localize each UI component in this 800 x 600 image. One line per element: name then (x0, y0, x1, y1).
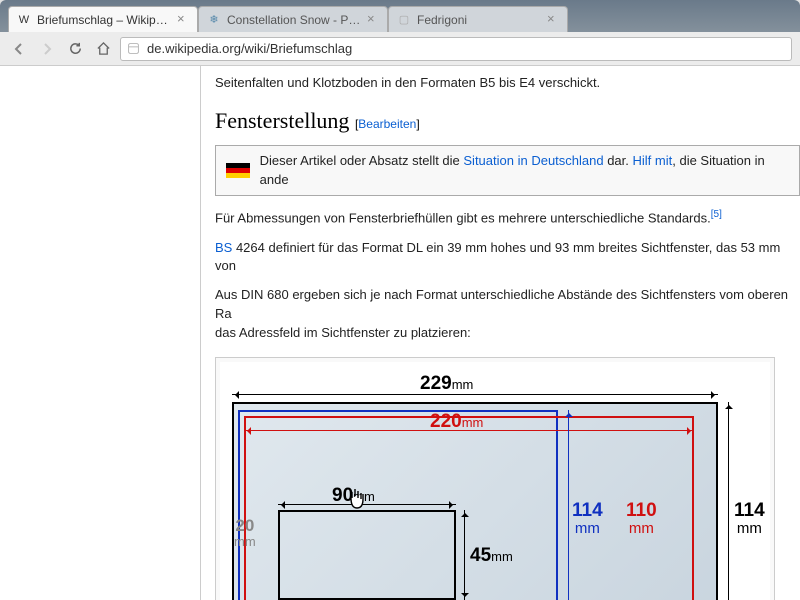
envelope-diagram-container: 229mm 220mm 90mm 20mm 45mm 15mm (215, 357, 775, 600)
dim-229: 229mm (420, 370, 473, 398)
page-viewport: Seitenfalten und Klotzboden in den Forma… (0, 66, 800, 600)
url-text: de.wikipedia.org/wiki/Briefumschlag (147, 41, 352, 56)
paragraph: Für Abmessungen von Fensterbriefhüllen g… (215, 208, 800, 228)
dim-110: 110mm (626, 502, 657, 537)
envelope-diagram[interactable]: 229mm 220mm 90mm 20mm 45mm 15mm (220, 362, 770, 600)
reference-link[interactable]: [5] (711, 209, 722, 220)
globe-icon (127, 42, 141, 56)
link-bs[interactable]: BS (215, 240, 232, 255)
tab-inactive[interactable]: ▢ Fedrigoni × (388, 6, 568, 32)
dim-114-blue: 114mm (572, 502, 603, 537)
section-heading: Fensterstellung [Bearbeiten] (215, 105, 800, 137)
nav-bar: de.wikipedia.org/wiki/Briefumschlag (0, 32, 800, 66)
tab-active[interactable]: W Briefumschlag – Wikipedia × (8, 6, 198, 32)
tab-bar: W Briefumschlag – Wikipedia × ❄ Constell… (0, 0, 800, 32)
link-hilfmit[interactable]: Hilf mit (633, 153, 673, 168)
edit-link[interactable]: Bearbeiten (358, 117, 416, 131)
paragraph: Aus DIN 680 ergeben sich je nach Format … (215, 286, 800, 343)
tab-inactive[interactable]: ❄ Constellation Snow - Pape × (198, 6, 388, 32)
edit-section: [Bearbeiten] (355, 117, 420, 131)
tab-title: Briefumschlag – Wikipedia (37, 13, 173, 27)
wikipedia-sidebar (0, 66, 200, 600)
link-situation[interactable]: Situation in Deutschland (463, 153, 603, 168)
intro-paragraph: Seitenfalten und Klotzboden in den Forma… (215, 74, 800, 93)
back-button[interactable] (8, 38, 30, 60)
forward-button[interactable] (36, 38, 58, 60)
page-favicon: ❄ (207, 13, 221, 27)
browser-window: W Briefumschlag – Wikipedia × ❄ Constell… (0, 0, 800, 600)
dim-arrow-45 (464, 510, 465, 600)
reload-button[interactable] (64, 38, 86, 60)
dim-45: 45mm (470, 542, 513, 570)
home-button[interactable] (92, 38, 114, 60)
close-icon[interactable]: × (547, 14, 559, 26)
infobox-text: Dieser Artikel oder Absatz stellt die Si… (260, 152, 789, 190)
rect-window (278, 510, 456, 600)
dim-arrow-229 (232, 394, 718, 395)
dim-arrow-114-outer (728, 402, 729, 600)
article-content: Seitenfalten und Klotzboden in den Forma… (200, 66, 800, 600)
dim-20: 20mm (234, 518, 256, 549)
address-bar[interactable]: de.wikipedia.org/wiki/Briefumschlag (120, 37, 792, 61)
close-icon[interactable]: × (177, 14, 189, 26)
dim-90: 90mm (332, 482, 375, 510)
tab-title: Fedrigoni (417, 13, 543, 27)
germany-flag-icon (226, 163, 250, 178)
page-favicon: ▢ (397, 13, 411, 27)
dim-arrow-114-blue (568, 410, 569, 600)
paragraph: BS 4264 definiert für das Format DL ein … (215, 239, 800, 277)
wikipedia-favicon: W (17, 13, 31, 27)
dim-114-outer: 114mm (734, 502, 765, 537)
tab-title: Constellation Snow - Pape (227, 13, 363, 27)
dim-220: 220mm (430, 408, 483, 436)
close-icon[interactable]: × (367, 14, 379, 26)
country-infobox: Dieser Artikel oder Absatz stellt die Si… (215, 145, 800, 197)
